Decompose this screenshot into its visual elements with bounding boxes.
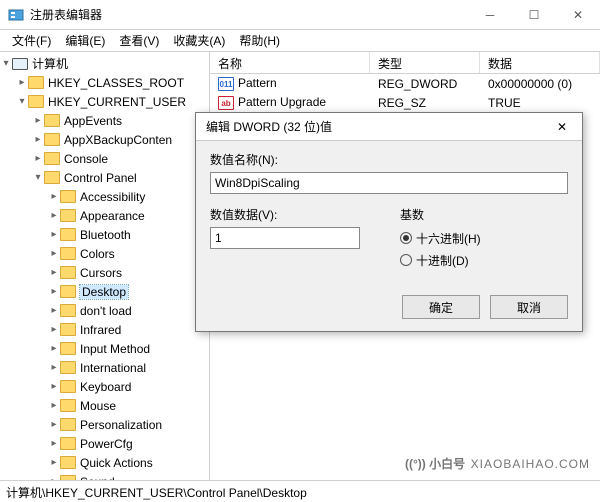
titlebar: 注册表编辑器 ─ ☐ ✕ <box>0 0 600 30</box>
cancel-button[interactable]: 取消 <box>490 295 568 319</box>
tree-item[interactable]: ▸Appearance <box>0 206 209 225</box>
radio-dec[interactable]: 十进制(D) <box>400 249 481 271</box>
base-label: 基数 <box>400 206 481 223</box>
regedit-icon <box>8 7 24 23</box>
radio-hex[interactable]: 十六进制(H) <box>400 227 481 249</box>
menu-view[interactable]: 查看(V) <box>113 30 165 51</box>
dialog-close-button[interactable]: ✕ <box>542 113 582 141</box>
menu-file[interactable]: 文件(F) <box>6 30 57 51</box>
tree-item[interactable]: ▸PowerCfg <box>0 434 209 453</box>
value-name-label: 数值名称(N): <box>210 151 568 168</box>
tree-item[interactable]: ▸AppEvents <box>0 111 209 130</box>
menu-help[interactable]: 帮助(H) <box>233 30 286 51</box>
close-button[interactable]: ✕ <box>556 0 600 30</box>
list-row[interactable]: 011PatternREG_DWORD0x00000000 (0) <box>210 74 600 93</box>
list-row[interactable]: abPattern UpgradeREG_SZTRUE <box>210 93 600 112</box>
dialog-titlebar: 编辑 DWORD (32 位)值 ✕ <box>196 113 582 141</box>
tree-item[interactable]: ▸Console <box>0 149 209 168</box>
tree-item[interactable]: ▸International <box>0 358 209 377</box>
tree-pane[interactable]: ▾计算机▸HKEY_CLASSES_ROOT▾HKEY_CURRENT_USER… <box>0 52 210 480</box>
tree-item[interactable]: ▸Sound <box>0 472 209 480</box>
radio-icon <box>400 254 412 266</box>
col-header-data[interactable]: 数据 <box>480 52 600 73</box>
menubar: 文件(F) 编辑(E) 查看(V) 收藏夹(A) 帮助(H) <box>0 30 600 52</box>
col-header-type[interactable]: 类型 <box>370 52 480 73</box>
radio-icon <box>400 232 412 244</box>
tree-item[interactable]: ▸Cursors <box>0 263 209 282</box>
maximize-button[interactable]: ☐ <box>512 0 556 30</box>
tree-item[interactable]: ▸Mouse <box>0 396 209 415</box>
value-data-label: 数值数据(V): <box>210 206 360 223</box>
tree-item[interactable]: ▸don't load <box>0 301 209 320</box>
menu-edit[interactable]: 编辑(E) <box>59 30 111 51</box>
dialog-title: 编辑 DWORD (32 位)值 <box>206 118 542 135</box>
tree-item[interactable]: ▸Desktop <box>0 282 209 301</box>
col-header-name[interactable]: 名称 <box>210 52 370 73</box>
minimize-button[interactable]: ─ <box>468 0 512 30</box>
value-data-input[interactable] <box>210 227 360 249</box>
tree-item[interactable]: ▾HKEY_CURRENT_USER <box>0 92 209 111</box>
tree-item[interactable]: ▸AppXBackupConten <box>0 130 209 149</box>
value-name-input[interactable] <box>210 172 568 194</box>
tree-item[interactable]: ▸HKEY_CLASSES_ROOT <box>0 73 209 92</box>
tree-item[interactable]: ▸Bluetooth <box>0 225 209 244</box>
statusbar: 计算机\HKEY_CURRENT_USER\Control Panel\Desk… <box>0 480 600 502</box>
tree-item[interactable]: ▸Infrared <box>0 320 209 339</box>
window-title: 注册表编辑器 <box>30 6 468 23</box>
tree-item[interactable]: ▾计算机 <box>0 54 209 73</box>
tree-item[interactable]: ▸Quick Actions <box>0 453 209 472</box>
tree-item[interactable]: ▸Personalization <box>0 415 209 434</box>
tree-item[interactable]: ▸Input Method <box>0 339 209 358</box>
list-header: 名称 类型 数据 <box>210 52 600 74</box>
tree-item[interactable]: ▸Accessibility <box>0 187 209 206</box>
ok-button[interactable]: 确定 <box>402 295 480 319</box>
menu-favorites[interactable]: 收藏夹(A) <box>167 30 231 51</box>
tree-item[interactable]: ▸Colors <box>0 244 209 263</box>
tree-item[interactable]: ▸Keyboard <box>0 377 209 396</box>
edit-dword-dialog: 编辑 DWORD (32 位)值 ✕ 数值名称(N): 数值数据(V): 基数 … <box>195 112 583 332</box>
tree-item[interactable]: ▾Control Panel <box>0 168 209 187</box>
